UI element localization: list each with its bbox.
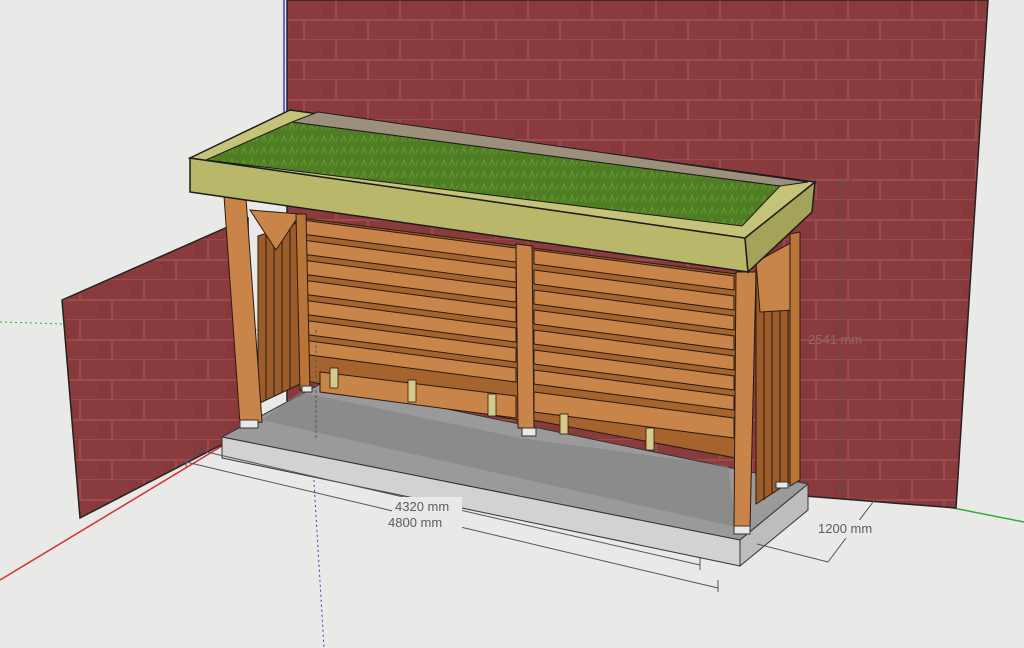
dimension-height: 2541 mm <box>808 332 862 347</box>
dimension-inner-width: 4320 mm <box>395 499 449 514</box>
post-back-right <box>789 231 801 487</box>
slat-wall-right-bay[interactable] <box>531 247 737 459</box>
post-middle <box>515 243 535 429</box>
dimension-outer-width: 4800 mm <box>388 515 442 530</box>
modeling-viewport[interactable]: 4320 mm 4800 mm 1200 mm 2541 mm <box>0 0 1024 648</box>
dimension-depth: 1200 mm <box>818 521 872 536</box>
slat-wall-left-bay[interactable] <box>299 217 519 421</box>
brick-wall-left[interactable] <box>61 216 251 520</box>
